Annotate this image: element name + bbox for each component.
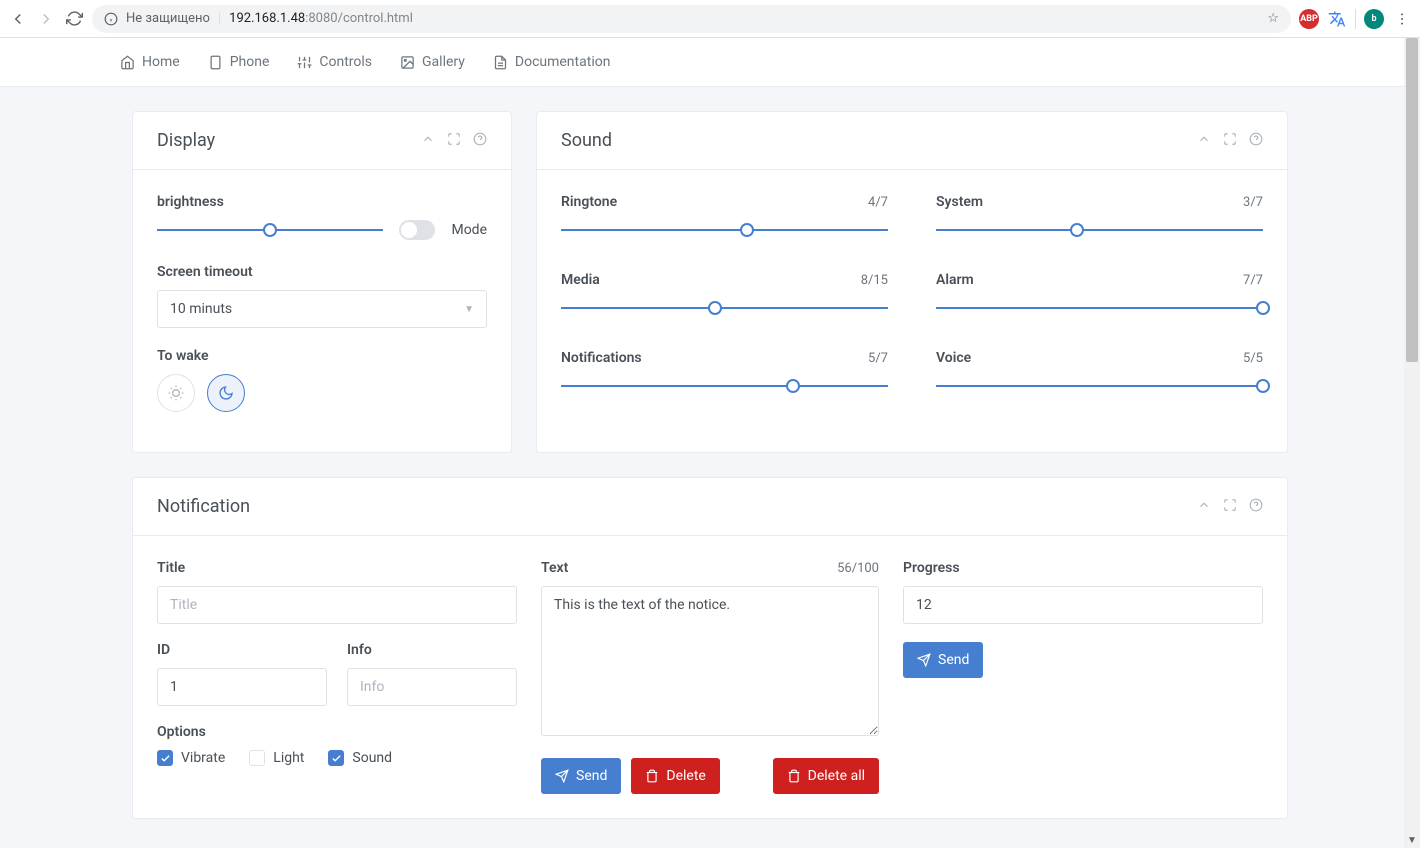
back-button[interactable] <box>8 9 28 29</box>
expand-icon[interactable] <box>1223 497 1237 516</box>
notification-card: Notification Title ID <box>132 477 1288 819</box>
sound-label: Ringtone <box>561 194 617 210</box>
expand-icon[interactable] <box>447 131 461 150</box>
sound-checkbox[interactable]: Sound <box>328 750 392 766</box>
help-icon[interactable] <box>1249 131 1263 150</box>
screen-timeout-label: Screen timeout <box>157 264 487 280</box>
extension-translate[interactable] <box>1327 9 1347 29</box>
sound-slider[interactable] <box>561 220 888 240</box>
sound-slider[interactable] <box>561 376 888 396</box>
id-field-label: ID <box>157 642 327 658</box>
nav-phone[interactable]: Phone <box>208 54 270 70</box>
sound-label: Alarm <box>936 272 974 288</box>
security-label: Не защищено <box>126 11 210 26</box>
nav-home[interactable]: Home <box>120 54 180 70</box>
nav-documentation-label: Documentation <box>515 54 611 70</box>
sound-title: Sound <box>561 130 612 151</box>
id-input[interactable] <box>157 668 327 706</box>
notification-title: Notification <box>157 496 250 517</box>
sound-item-notifications: Notifications 5/7 <box>561 350 888 420</box>
page-scrollbar[interactable]: ▲ ▼ <box>1404 38 1420 848</box>
extension-abp[interactable]: ABP <box>1299 9 1319 29</box>
help-icon[interactable] <box>473 131 487 150</box>
nav-controls[interactable]: Controls <box>297 54 372 70</box>
reload-button[interactable] <box>64 9 84 29</box>
forward-button[interactable] <box>36 9 56 29</box>
display-card: Display brightness Mode Screen t <box>132 111 512 453</box>
expand-icon[interactable] <box>1223 131 1237 150</box>
collapse-icon[interactable] <box>1197 497 1211 516</box>
sound-item-alarm: Alarm 7/7 <box>936 272 1263 342</box>
sound-label: System <box>936 194 983 210</box>
send-progress-button[interactable]: Send <box>903 642 983 678</box>
text-field-label: Text <box>541 560 568 576</box>
sound-value: 5/5 <box>1243 351 1263 366</box>
nav-gallery-label: Gallery <box>422 54 465 70</box>
sound-value: 4/7 <box>868 195 888 210</box>
progress-input[interactable] <box>903 586 1263 624</box>
wake-moon-button[interactable] <box>207 374 245 412</box>
nav-gallery[interactable]: Gallery <box>400 54 465 70</box>
vibrate-checkbox[interactable]: Vibrate <box>157 750 225 766</box>
collapse-icon[interactable] <box>1197 131 1211 150</box>
sound-item-system: System 3/7 <box>936 194 1263 264</box>
send-button[interactable]: Send <box>541 758 621 794</box>
url-path: /control.html <box>338 11 413 26</box>
text-counter: 56/100 <box>837 561 879 576</box>
sound-item-media: Media 8/15 <box>561 272 888 342</box>
mode-label: Mode <box>451 222 487 238</box>
sound-value: 3/7 <box>1243 195 1263 210</box>
to-wake-label: To wake <box>157 348 487 364</box>
collapse-icon[interactable] <box>421 131 435 150</box>
sound-value: 7/7 <box>1243 273 1263 288</box>
address-bar[interactable]: Не защищено | 192.168.1.48:8080/control.… <box>92 5 1291 33</box>
screen-timeout-select[interactable]: 10 minuts ▼ <box>157 290 487 328</box>
info-icon <box>104 12 118 26</box>
brightness-slider[interactable] <box>157 220 383 240</box>
delete-all-button[interactable]: Delete all <box>773 758 879 794</box>
browser-menu[interactable] <box>1392 9 1412 29</box>
mode-toggle[interactable] <box>399 220 435 240</box>
sound-slider[interactable] <box>936 298 1263 318</box>
sound-label: Media <box>561 272 600 288</box>
title-field-label: Title <box>157 560 517 576</box>
nav-phone-label: Phone <box>230 54 270 70</box>
browser-toolbar: Не защищено | 192.168.1.48:8080/control.… <box>0 0 1420 38</box>
options-label: Options <box>157 724 517 740</box>
sound-value: 5/7 <box>868 351 888 366</box>
sound-item-voice: Voice 5/5 <box>936 350 1263 420</box>
profile-avatar[interactable]: b <box>1364 9 1384 29</box>
scroll-down-arrow[interactable]: ▼ <box>1404 832 1420 848</box>
sound-card: Sound Ringtone 4/7 System 3/7 Media 8/15 Alarm… <box>536 111 1288 453</box>
nav-documentation[interactable]: Documentation <box>493 54 611 70</box>
screen-timeout-value: 10 minuts <box>170 301 232 317</box>
nav-home-label: Home <box>142 54 180 70</box>
progress-field-label: Progress <box>903 560 1263 576</box>
url-host: 192.168.1.48 <box>229 11 305 26</box>
bookmark-icon[interactable]: ☆ <box>1267 11 1279 26</box>
scroll-thumb[interactable] <box>1406 38 1418 362</box>
info-field-label: Info <box>347 642 517 658</box>
sound-slider[interactable] <box>561 298 888 318</box>
sound-label: Notifications <box>561 350 642 366</box>
nav-controls-label: Controls <box>319 54 372 70</box>
top-nav: Home Phone Controls Gallery Documentatio… <box>0 38 1420 87</box>
info-input[interactable] <box>347 668 517 706</box>
sound-item-ringtone: Ringtone 4/7 <box>561 194 888 264</box>
sound-value: 8/15 <box>861 273 888 288</box>
sound-slider[interactable] <box>936 220 1263 240</box>
sound-label: Voice <box>936 350 971 366</box>
brightness-label: brightness <box>157 194 487 210</box>
title-input[interactable] <box>157 586 517 624</box>
delete-button[interactable]: Delete <box>631 758 719 794</box>
light-checkbox[interactable]: Light <box>249 750 304 766</box>
text-input[interactable] <box>541 586 879 736</box>
url-port: :8080 <box>305 11 337 26</box>
sound-slider[interactable] <box>936 376 1263 396</box>
chevron-down-icon: ▼ <box>464 304 474 315</box>
display-title: Display <box>157 130 215 151</box>
help-icon[interactable] <box>1249 497 1263 516</box>
wake-sun-button[interactable] <box>157 374 195 412</box>
